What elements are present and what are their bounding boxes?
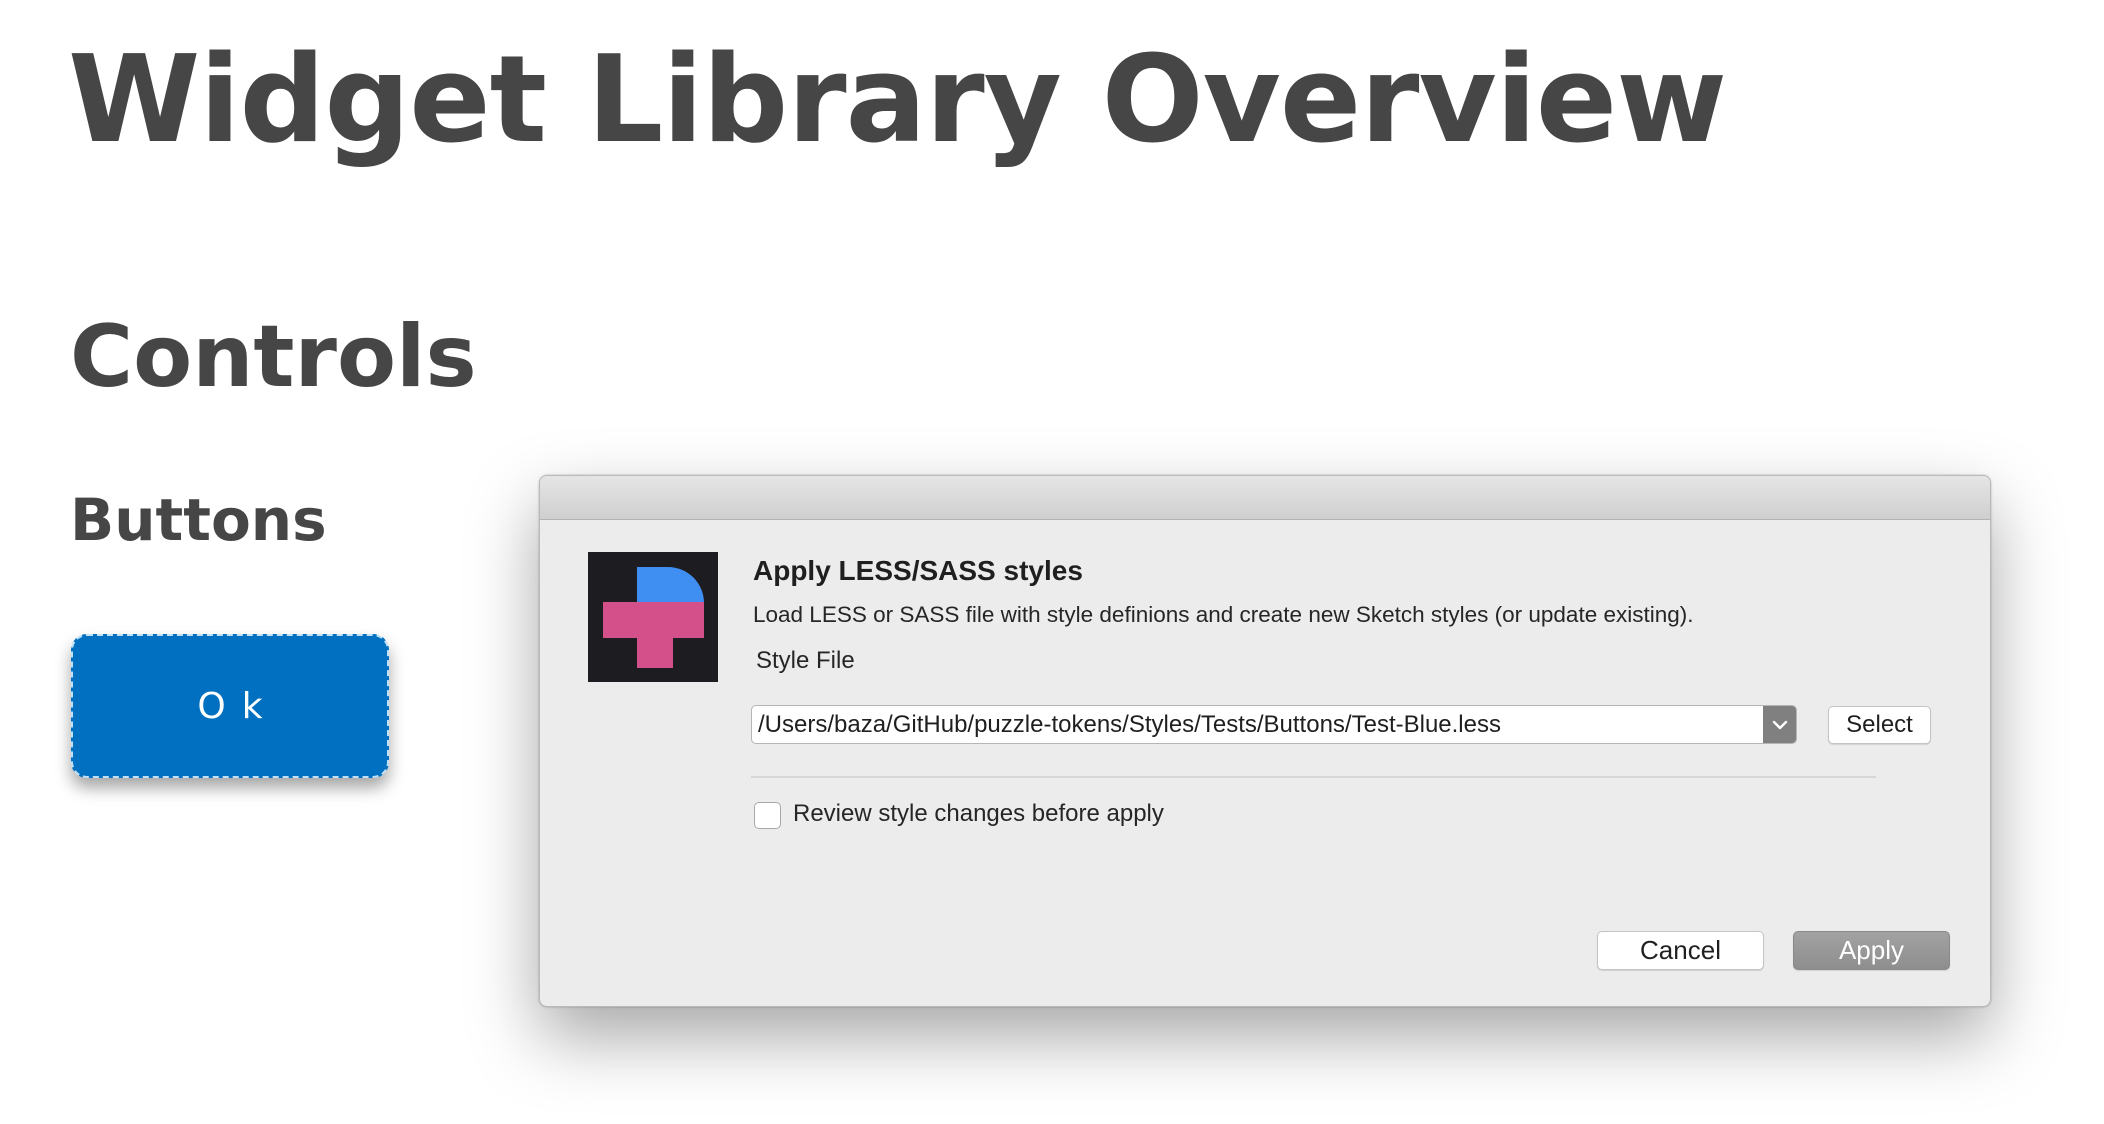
- apply-styles-dialog: Apply LESS/SASS styles Load LESS or SASS…: [539, 475, 1991, 1007]
- style-file-path[interactable]: /Users/baza/GitHub/puzzle-tokens/Styles/…: [758, 706, 1501, 743]
- chevron-down-icon[interactable]: [1763, 706, 1796, 743]
- review-changes-label[interactable]: Review style changes before apply: [793, 800, 1164, 828]
- section-heading-controls: Controls: [70, 307, 477, 407]
- review-changes-checkbox[interactable]: [754, 802, 781, 829]
- dialog-description: Load LESS or SASS file with style defini…: [753, 602, 1694, 627]
- apply-button[interactable]: Apply: [1793, 931, 1950, 970]
- select-file-button[interactable]: Select: [1828, 706, 1931, 744]
- dialog-separator: [751, 776, 1876, 778]
- puzzle-tokens-logo-graphic: [603, 567, 704, 668]
- cancel-button[interactable]: Cancel: [1597, 931, 1764, 970]
- subsection-heading-buttons: Buttons: [70, 486, 327, 554]
- ok-button[interactable]: Ok: [71, 634, 389, 778]
- style-file-label: Style File: [756, 647, 855, 674]
- puzzle-tokens-app-icon: [588, 552, 718, 682]
- widget-library-page: Widget Library Overview Controls Buttons…: [0, 0, 2104, 1124]
- page-title: Widget Library Overview: [68, 31, 1727, 170]
- dialog-titlebar[interactable]: [540, 476, 1990, 520]
- style-file-combobox[interactable]: /Users/baza/GitHub/puzzle-tokens/Styles/…: [751, 705, 1797, 744]
- dialog-title: Apply LESS/SASS styles: [753, 555, 1083, 586]
